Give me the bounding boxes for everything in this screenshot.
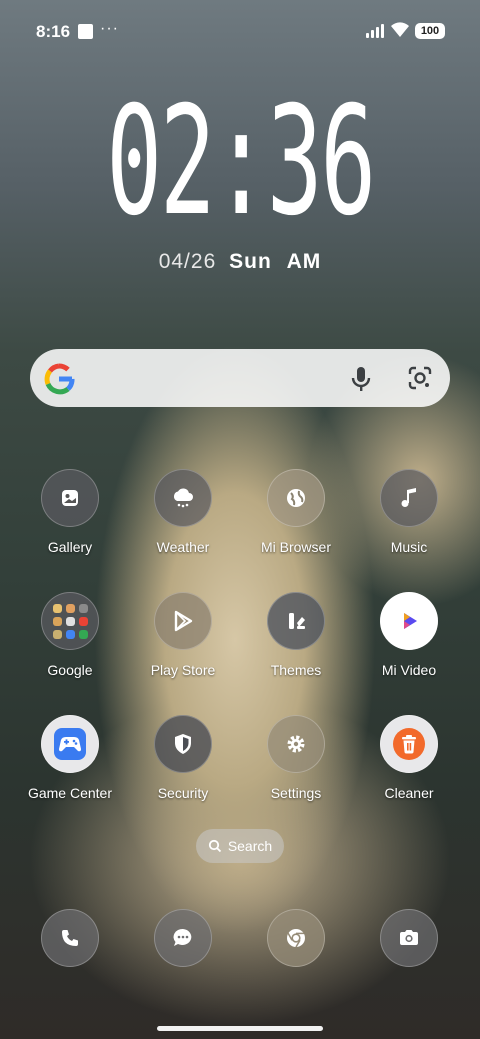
app-label: Weather (156, 539, 210, 555)
app-mi-browser[interactable]: Mi Browser (241, 469, 351, 555)
dock-camera[interactable] (380, 909, 438, 967)
music-note-icon (380, 469, 438, 527)
themes-icon (267, 592, 325, 650)
day-text: Sun (229, 250, 272, 273)
notification-icon (78, 24, 93, 39)
cellular-signal-icon (366, 23, 386, 38)
ampm-text: AM (286, 250, 322, 273)
app-play-store[interactable]: Play Store (128, 592, 238, 678)
weather-icon (154, 469, 212, 527)
app-game-center[interactable]: Game Center (15, 715, 125, 801)
dock-messages[interactable] (154, 909, 212, 967)
clock-widget-date[interactable]: 04/26 Sun AM (0, 250, 480, 274)
shield-icon (154, 715, 212, 773)
play-store-icon (154, 592, 212, 650)
mi-video-icon (380, 592, 438, 650)
app-label: Cleaner (384, 785, 434, 801)
app-google-folder[interactable]: Google (15, 592, 125, 678)
app-security[interactable]: Security (128, 715, 238, 801)
app-label: Music (390, 539, 428, 555)
google-search-bar[interactable] (30, 349, 450, 407)
app-themes[interactable]: Themes (241, 592, 351, 678)
browser-globe-icon (267, 469, 325, 527)
microphone-icon[interactable] (348, 365, 374, 393)
app-label: Gallery (47, 539, 93, 555)
trash-icon (380, 715, 438, 773)
google-g-icon (44, 363, 75, 395)
game-controller-icon (41, 715, 99, 773)
chrome-icon (267, 909, 325, 967)
battery-indicator: 100 (415, 23, 445, 39)
app-search-button[interactable]: Search (196, 829, 284, 863)
date-text: 04/26 (158, 250, 217, 273)
app-gallery[interactable]: Gallery (15, 469, 125, 555)
more-notifications-icon: ··· (100, 20, 119, 37)
dock-phone[interactable] (41, 909, 99, 967)
gear-icon (267, 715, 325, 773)
clock-widget-time[interactable]: 02:36 (91, 72, 389, 252)
search-label: Search (227, 838, 273, 854)
app-label: Play Store (150, 662, 216, 678)
app-weather[interactable]: Weather (128, 469, 238, 555)
app-mi-video[interactable]: Mi Video (354, 592, 464, 678)
app-settings[interactable]: Settings (241, 715, 351, 801)
dock-chrome[interactable] (267, 909, 325, 967)
google-folder-icon (41, 592, 99, 650)
google-lens-icon[interactable] (406, 364, 434, 392)
app-label: Themes (270, 662, 322, 678)
camera-icon (380, 909, 438, 967)
home-indicator[interactable] (157, 1026, 323, 1031)
app-label: Google (47, 662, 93, 678)
phone-icon (41, 909, 99, 967)
app-label: Game Center (27, 785, 113, 801)
messages-icon (154, 909, 212, 967)
gallery-icon (41, 469, 99, 527)
app-music[interactable]: Music (354, 469, 464, 555)
app-label: Security (157, 785, 209, 801)
app-label: Settings (270, 785, 322, 801)
app-label: Mi Browser (260, 539, 331, 555)
wifi-icon (391, 22, 409, 37)
app-cleaner[interactable]: Cleaner (354, 715, 464, 801)
search-icon (208, 839, 221, 853)
app-label: Mi Video (381, 662, 437, 678)
status-time: 8:16 (36, 22, 71, 41)
